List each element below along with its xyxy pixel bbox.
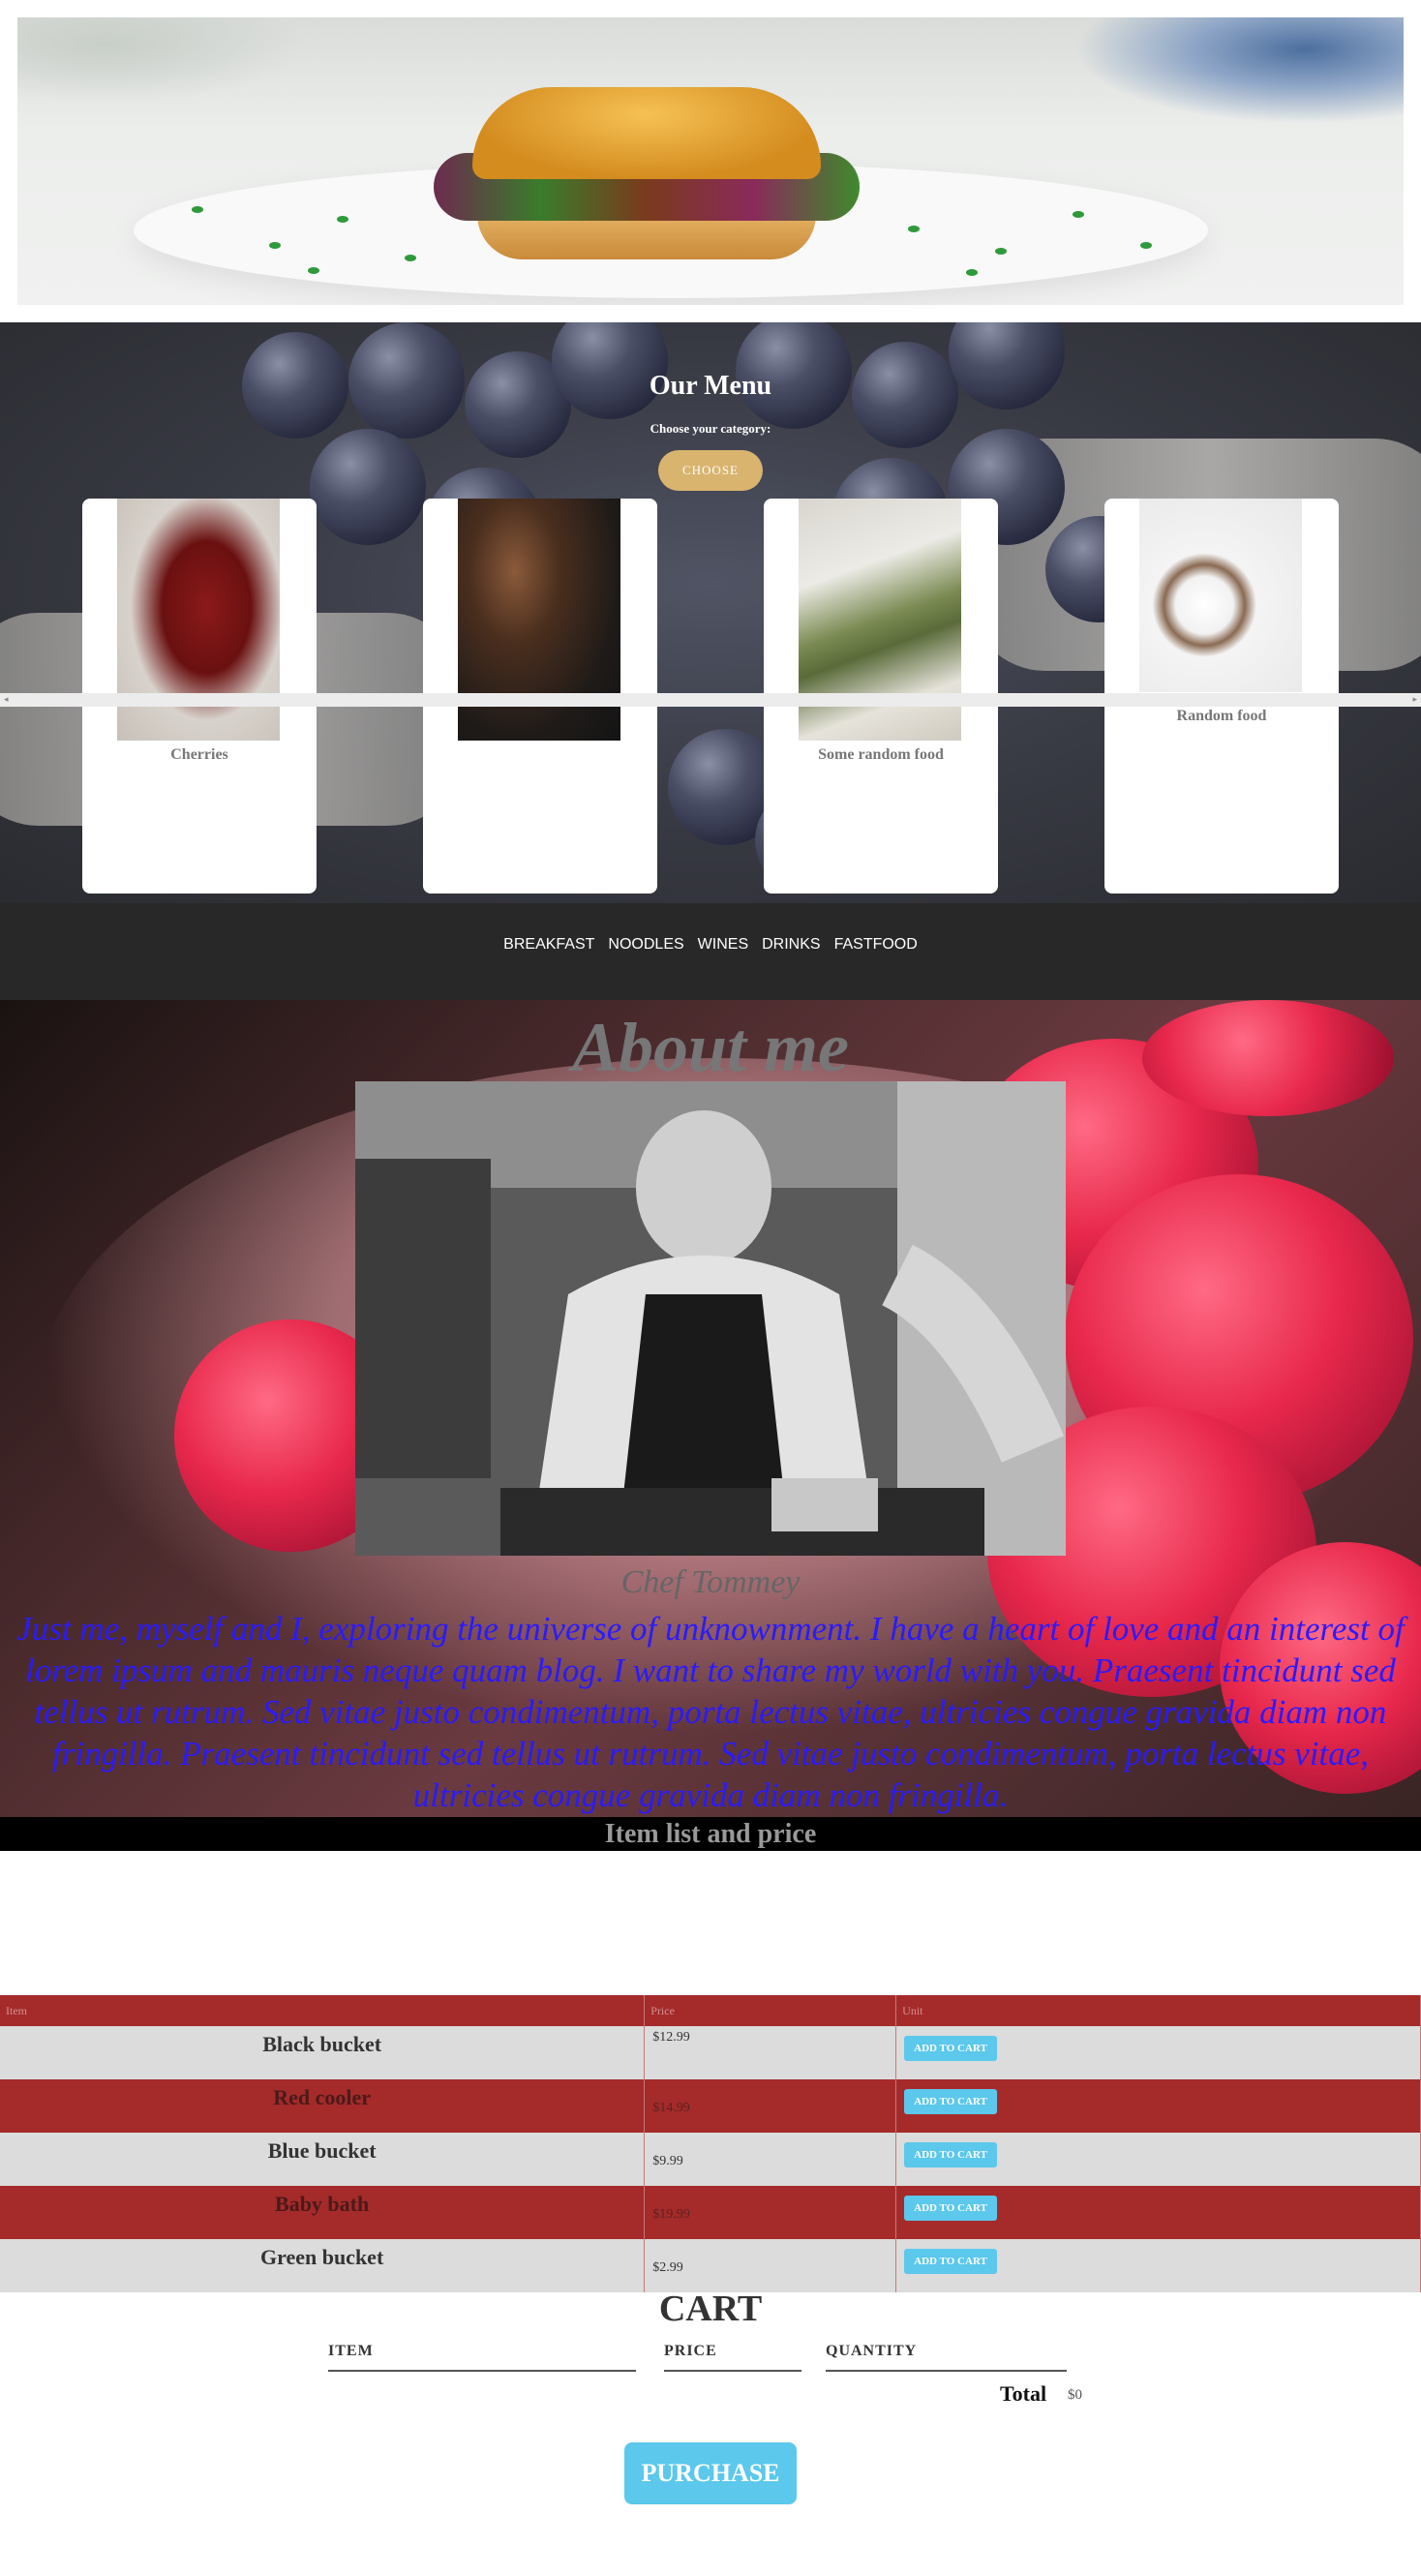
- card-name: Cherries: [170, 746, 228, 763]
- nav-item-wines[interactable]: WINES: [698, 936, 748, 954]
- purchase-button[interactable]: PURCHASE: [624, 2442, 797, 2504]
- add-to-cart-button[interactable]: ADD TO CART: [904, 2249, 997, 2274]
- item-price: $9.99: [644, 2133, 897, 2186]
- item-name: Red cooler: [0, 2079, 646, 2133]
- horizontal-scrollbar[interactable]: ◂ ▸: [0, 693, 1421, 707]
- table-row: Black bucket $12.99 ADD TO CART: [0, 2026, 1421, 2079]
- add-to-cart-button[interactable]: ADD TO CART: [904, 2089, 997, 2114]
- item-name: Blue bucket: [0, 2133, 646, 2186]
- item-name: Green bucket: [0, 2239, 646, 2292]
- cart-title: CART: [658, 2288, 763, 2329]
- table-row: Red cooler $14.99 ADD TO CART: [0, 2079, 1421, 2133]
- food-photo-plates: [1139, 499, 1302, 692]
- about-text: Just me, myself and I, exploring the uni…: [16, 1610, 1405, 1814]
- item-price: $19.99: [644, 2186, 897, 2239]
- item-name: Baby bath: [0, 2186, 646, 2239]
- nav-item-drinks[interactable]: DRINKS: [762, 936, 820, 954]
- cart-col-quantity: QUANTITY: [826, 2343, 1067, 2372]
- nav-item-noodles[interactable]: NOODLES: [608, 936, 683, 954]
- table-row: Green bucket $2.99 ADD TO CART: [0, 2239, 1421, 2292]
- table-row: Baby bath $19.99 ADD TO CART: [0, 2186, 1421, 2239]
- item-name: Black bucket: [0, 2026, 646, 2079]
- scroll-left-icon[interactable]: ◂: [4, 693, 9, 707]
- menu-section: Our Menu Choose your category: CHOOSE Ch…: [0, 322, 1421, 903]
- cart-col-item: ITEM: [328, 2343, 636, 2372]
- item-price: $12.99: [644, 2026, 897, 2079]
- choose-button[interactable]: CHOOSE: [658, 450, 763, 491]
- category-nav: BREAKFAST NOODLES WINES DRINKS FASTFOOD: [0, 903, 1421, 1000]
- about-section: About me Chef Tommey Just me, myself and…: [0, 1000, 1421, 1817]
- burger: [472, 87, 821, 179]
- chef-name: Chef Tommey: [620, 1564, 801, 1600]
- menu-subtitle: Choose your category:: [650, 421, 771, 436]
- item-list-title: Item list and price: [604, 1819, 817, 1849]
- col-item: Item: [0, 1995, 646, 2026]
- hero-image: [17, 17, 1404, 305]
- nav-item-fastfood[interactable]: FASTFOOD: [834, 936, 918, 954]
- menu-title: Our Menu: [649, 371, 772, 401]
- card-name: Some random food: [818, 746, 944, 763]
- add-to-cart-button[interactable]: ADD TO CART: [904, 2036, 997, 2061]
- about-title: About me: [571, 1009, 850, 1086]
- card-name: Random food: [1176, 708, 1267, 724]
- item-price: $2.99: [644, 2239, 897, 2292]
- chef-photo: [355, 1081, 1066, 1556]
- col-price: Price: [644, 1995, 897, 2026]
- add-to-cart-button[interactable]: ADD TO CART: [904, 2142, 997, 2167]
- cart-col-price: PRICE: [664, 2343, 801, 2372]
- item-price: $14.99: [644, 2079, 897, 2133]
- nav-item-breakfast[interactable]: BREAKFAST: [503, 936, 594, 954]
- add-to-cart-button[interactable]: ADD TO CART: [904, 2196, 997, 2221]
- cart-total-value: $0: [1068, 2387, 1082, 2403]
- item-list-header: Item list and price: [0, 1817, 1421, 1851]
- item-table: Item Price Unit Black bucket $12.99 ADD …: [0, 1995, 1421, 2292]
- scroll-right-icon[interactable]: ▸: [1412, 693, 1417, 707]
- cart-total-label: Total: [1000, 2381, 1047, 2406]
- col-unit: Unit: [895, 1995, 1421, 2026]
- table-row: Blue bucket $9.99 ADD TO CART: [0, 2133, 1421, 2186]
